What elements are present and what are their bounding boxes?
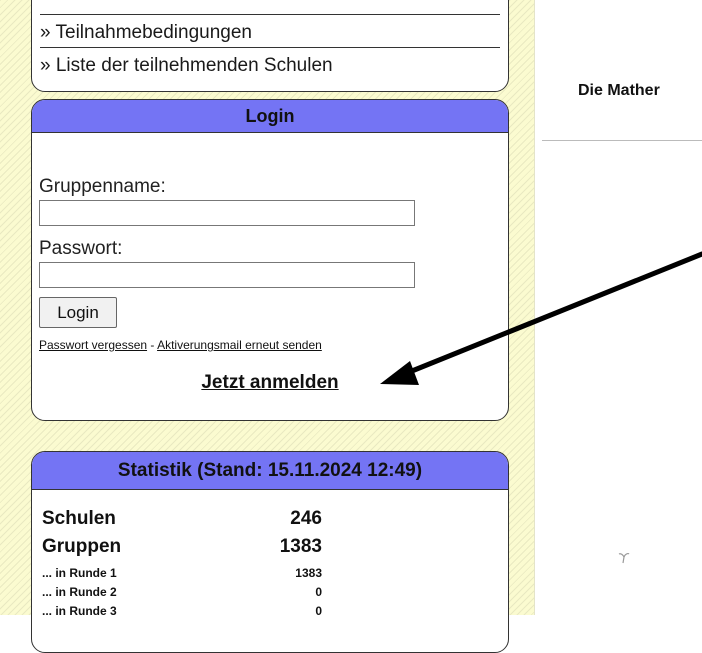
annotation-arrow — [380, 251, 702, 385]
